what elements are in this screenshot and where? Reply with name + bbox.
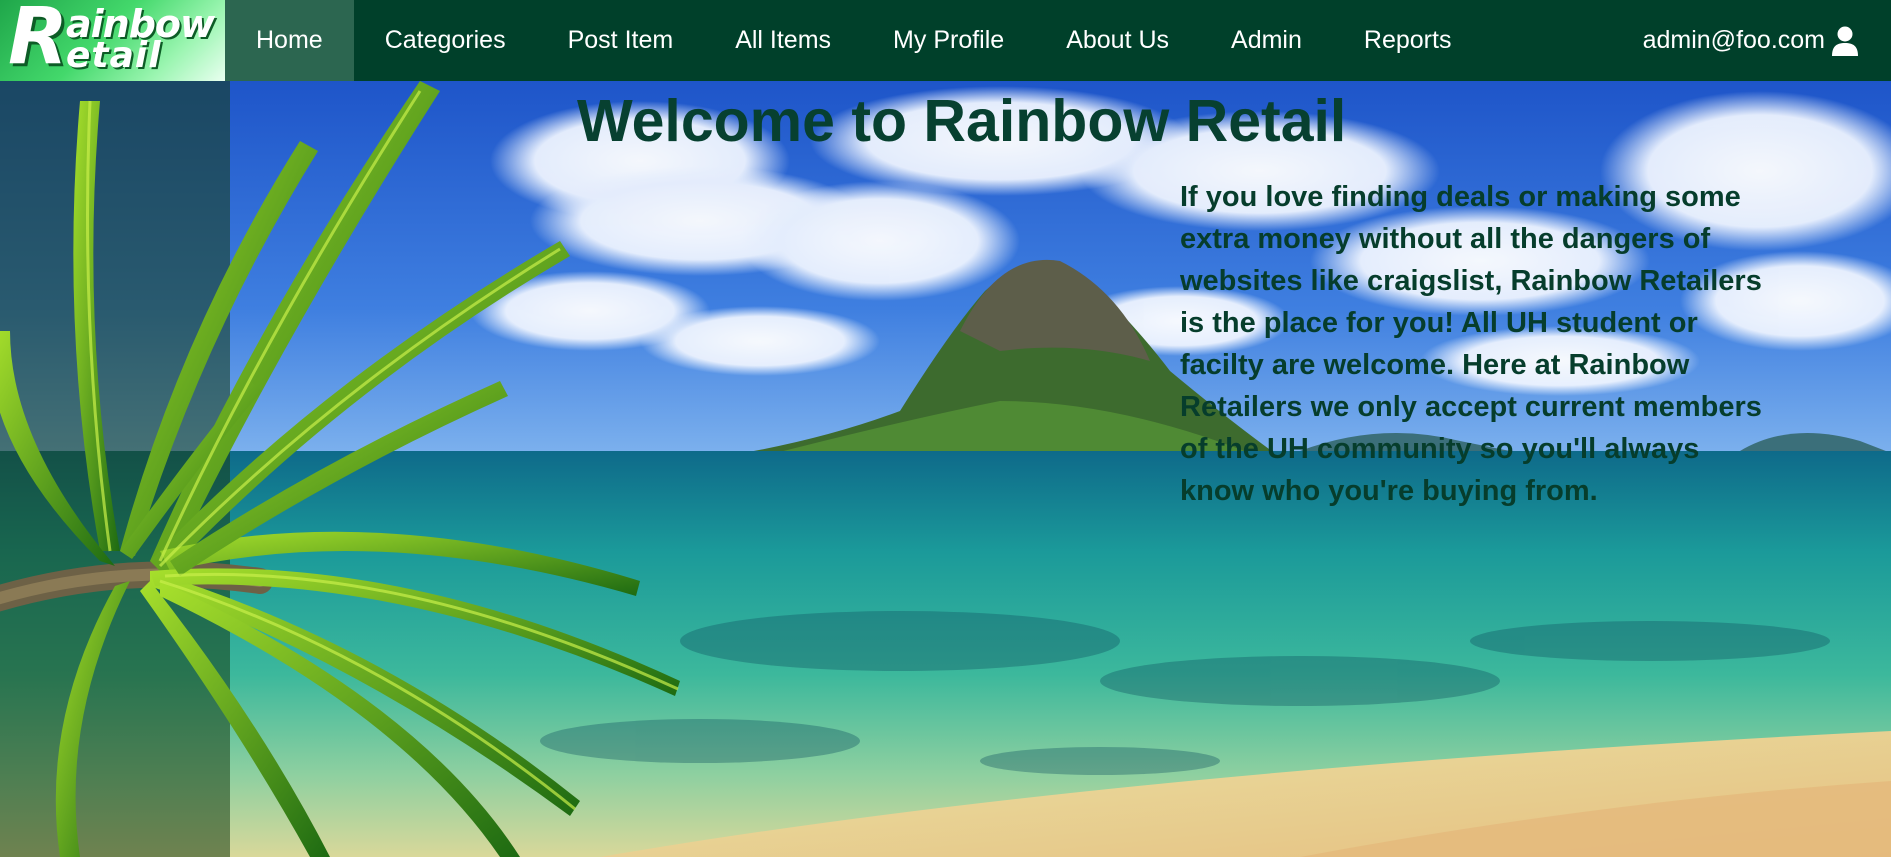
nav-item-reports[interactable]: Reports	[1333, 0, 1483, 81]
nav-item-home[interactable]: Home	[225, 0, 354, 81]
logo-line-2: etail	[66, 35, 162, 76]
hero-section: Welcome to Rainbow Retail If you love fi…	[0, 81, 1891, 857]
nav-item-admin[interactable]: Admin	[1200, 0, 1333, 81]
hero-description: If you love finding deals or making some…	[1180, 181, 1762, 507]
hero-title: Welcome to Rainbow Retail	[577, 88, 1347, 154]
brand-logo[interactable]: R ainbow etail	[0, 0, 225, 81]
nav-item-post-item[interactable]: Post Item	[537, 0, 705, 81]
nav-item-my-profile[interactable]: My Profile	[862, 0, 1035, 81]
user-icon	[1831, 26, 1859, 56]
nav-menu: Home Categories Post Item All Items My P…	[225, 0, 1482, 81]
nav-item-about-us[interactable]: About Us	[1035, 0, 1200, 81]
navbar: R ainbow etail Home Categories Post Item…	[0, 0, 1891, 81]
nav-item-all-items[interactable]: All Items	[704, 0, 862, 81]
user-menu[interactable]: admin@foo.com	[1643, 0, 1859, 81]
logo-letter: R	[8, 0, 69, 81]
user-email: admin@foo.com	[1642, 26, 1825, 54]
nav-item-categories[interactable]: Categories	[354, 0, 537, 81]
